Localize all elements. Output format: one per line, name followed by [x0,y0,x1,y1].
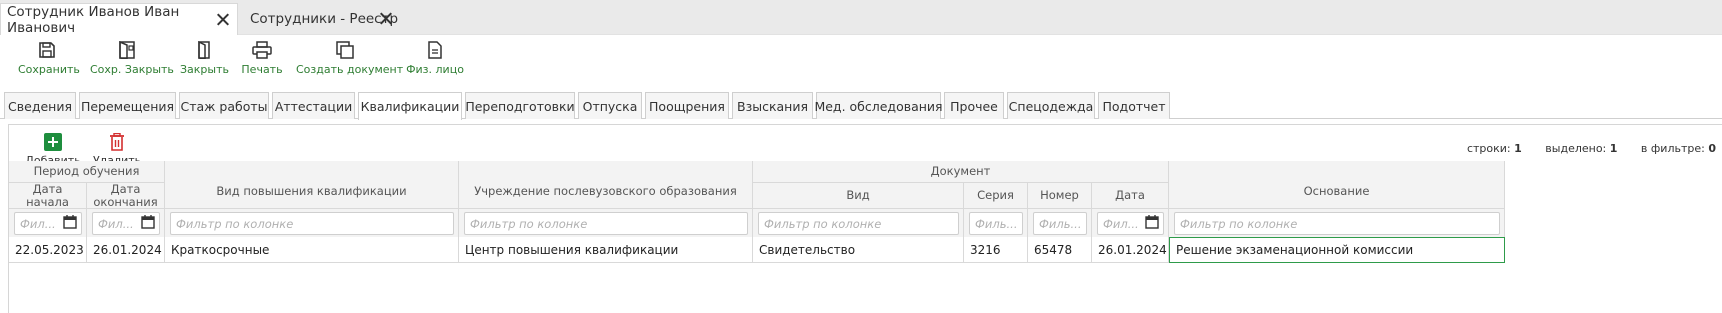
cell-basis[interactable]: Решение экзаменационной комиссии [1169,237,1505,263]
filter-series-input[interactable] [969,212,1023,235]
header-start-date[interactable]: Дата начала [9,183,87,209]
header-kind[interactable]: Вид повышения квалификации [165,161,459,209]
calendar-icon[interactable] [1145,214,1159,229]
tab-certifications[interactable]: Аттестации [272,92,355,119]
filter-cell-basis [1169,209,1505,237]
header-doc-date[interactable]: Дата [1092,183,1169,209]
tab-label: Отпуска [582,98,638,114]
door-icon [198,41,210,59]
filter-number-input[interactable] [1033,212,1087,235]
tab-rewards[interactable]: Поощрения [645,92,729,119]
printer-icon [252,41,272,59]
header-series[interactable]: Серия [964,183,1028,209]
create-document-button[interactable]: Создать документ [296,41,404,83]
cell-start-date[interactable]: 22.05.2023 [9,237,87,263]
filter-cell-series [964,209,1028,237]
header-group-period: Период обучения [9,161,165,183]
tab-label: Стаж работы [180,98,268,114]
cell-number[interactable]: 65478 [1028,237,1092,263]
print-button[interactable]: Печать [240,41,284,83]
doc-tab-registry[interactable]: Сотрудники - Реестр [244,3,400,35]
qualifications-panel: Добавить Удалить строки: 1 выделено: 1 в… [8,124,1722,313]
tab-work-experience[interactable]: Стаж работы [179,92,269,119]
tab-details[interactable]: Сведения [4,92,76,119]
print-label: Печать [241,63,283,76]
doc-tab-label: Сотрудники - Реестр [250,11,399,27]
tab-workwear[interactable]: Спецодежда [1007,92,1095,119]
close-button[interactable]: Закрыть [180,41,229,83]
filtered-count: в фильтре: 0 [1640,142,1716,155]
doc-tab-label: Сотрудник Иванов Иван Иванович [7,3,180,36]
header-doc-type[interactable]: Вид [753,183,964,209]
header-basis[interactable]: Основание [1169,161,1505,209]
header-institution[interactable]: Учреждение послевузовского образования [459,161,753,209]
selected-count: выделено: 1 [1545,142,1618,155]
tab-qualifications[interactable]: Квалификации [358,92,462,120]
filter-cell-kind [165,209,459,237]
header-number[interactable]: Номер [1028,183,1092,209]
calendar-icon[interactable] [141,214,155,229]
cell-end-date[interactable]: 26.01.2024 [87,237,165,263]
rows-count: строки: 1 [1466,142,1522,155]
calendar-icon[interactable] [63,214,77,229]
cell-series[interactable]: 3216 [964,237,1028,263]
close-icon[interactable] [379,12,392,25]
tab-retraining[interactable]: Переподготовки [465,92,575,119]
filter-cell-institution [459,209,753,237]
section-tab-bar: Сведения Перемещения Стаж работы Аттеста… [0,92,1722,120]
tab-penalties[interactable]: Взыскания [732,92,813,119]
create-document-label: Создать документ [296,63,404,76]
document-icon [428,41,442,59]
doc-tab-employee[interactable]: Сотрудник Иванов Иван Иванович [0,3,238,36]
tab-other[interactable]: Прочее [944,92,1004,119]
tab-label: Поощрения [649,98,725,114]
person-button[interactable]: Физ. лицо [406,41,464,83]
filter-cell-doc-type [753,209,964,237]
filter-basis-input[interactable] [1174,212,1500,235]
person-label: Физ. лицо [406,63,464,76]
close-icon[interactable] [216,13,229,26]
cell-doc-date[interactable]: 26.01.2024 [1092,237,1169,263]
cell-doc-type[interactable]: Свидетельство [753,237,964,263]
tab-label: Переподготовки [465,98,575,114]
tab-accountable[interactable]: Подотчет [1098,92,1170,119]
save-close-button[interactable]: Сохр. Закрыть [90,41,174,83]
filter-institution-input[interactable] [464,212,748,235]
tab-label: Подотчет [1102,98,1166,114]
plus-icon [44,133,62,151]
filter-cell-number [1028,209,1092,237]
tab-transfers[interactable]: Перемещения [79,92,176,119]
tab-label: Взыскания [737,98,808,114]
filter-cell-end-date [87,209,165,237]
tab-label: Перемещения [80,98,175,114]
grid-stats: строки: 1 выделено: 1 в фильтре: 0 [1457,142,1716,155]
save-button[interactable]: Сохранить [18,41,80,83]
main-toolbar: Сохранить Сохр. Закрыть Закрыть Печать С… [0,35,1722,85]
save-close-icon [119,41,135,59]
tab-label: Аттестации [274,98,353,114]
tab-vacations[interactable]: Отпуска [578,92,642,119]
save-label: Сохранить [18,63,80,76]
cell-kind[interactable]: Краткосрочные [165,237,459,263]
filter-cell-start-date [9,209,87,237]
filter-cell-doc-date [1092,209,1169,237]
tab-label: Спецодежда [1008,98,1094,114]
tab-label: Квалификации [360,99,460,114]
document-tab-bar: Сотрудник Иванов Иван Иванович Сотрудник… [0,0,1722,36]
trash-icon [110,133,124,151]
tab-label: Мед. обследования [814,98,943,114]
tab-label: Сведения [8,98,72,114]
header-end-date[interactable]: Дата окончания [87,183,165,209]
cell-institution[interactable]: Центр повышения квалификации [459,237,753,263]
copy-document-icon [336,41,354,59]
filter-kind-input[interactable] [170,212,454,235]
save-close-label: Сохр. Закрыть [90,63,174,76]
header-group-document: Документ [753,161,1169,183]
save-icon [39,42,55,58]
tab-medical[interactable]: Мед. обследования [814,92,943,119]
tab-label: Прочее [950,98,998,114]
close-label: Закрыть [180,63,229,76]
filter-doc-type-input[interactable] [758,212,959,235]
